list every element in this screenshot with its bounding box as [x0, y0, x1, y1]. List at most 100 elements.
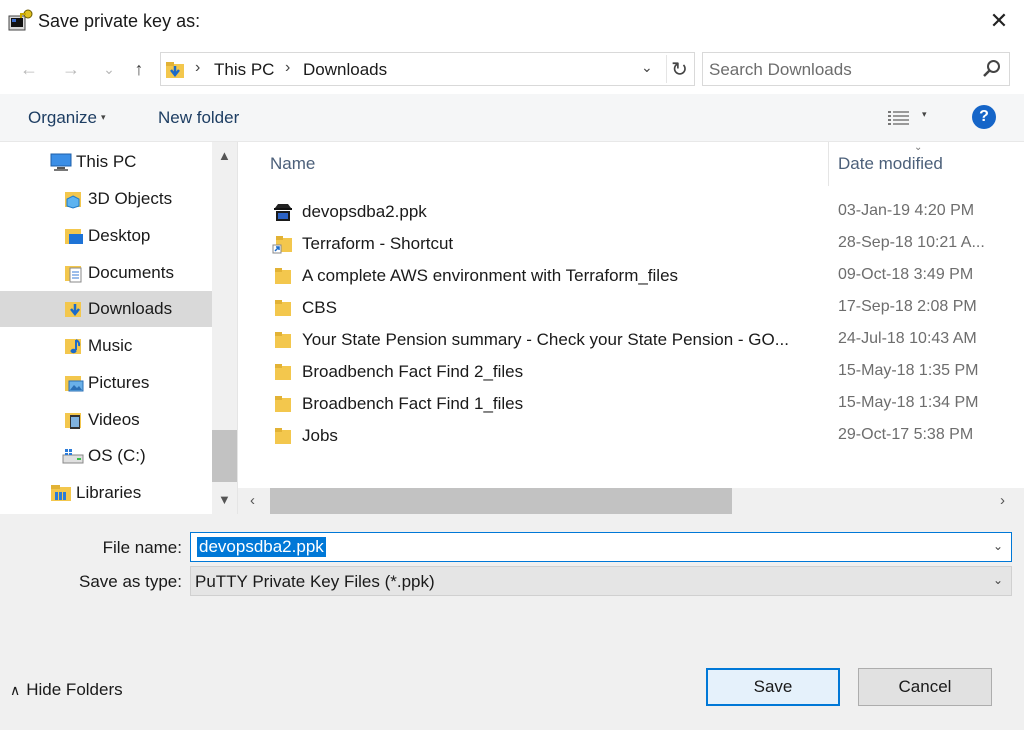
nav-item-documents[interactable]: Documents	[0, 255, 212, 291]
file-date: 17-Sep-18 2:08 PM	[838, 298, 977, 315]
putty-key-icon	[8, 8, 34, 34]
dialog-title: Save private key as:	[38, 11, 201, 31]
nav-item-3d-objects[interactable]: 3D Objects	[0, 181, 212, 217]
file-row[interactable]: devopsdba2.ppk 03-Jan-19 4:20 PM	[266, 196, 1016, 228]
nav-label: Videos	[88, 410, 140, 429]
file-name: Terraform - Shortcut	[302, 234, 454, 253]
putty-file-icon	[272, 202, 294, 222]
file-name: Broadbench Fact Find 2_files	[302, 362, 524, 381]
hide-folders-label: Hide Folders	[26, 680, 123, 699]
savetype-select[interactable]: PuTTY Private Key Files (*.ppk) ⌄	[190, 566, 1012, 596]
nav-label: This PC	[76, 152, 137, 171]
close-icon[interactable]: ✕	[984, 6, 1014, 36]
nav-item-music[interactable]: Music	[0, 328, 212, 364]
nav-label: OS (C:)	[88, 446, 146, 465]
file-date: 09-Oct-18 3:49 PM	[838, 266, 974, 283]
scroll-left-icon[interactable]: ‹	[250, 492, 255, 509]
search-input[interactable]	[709, 59, 969, 81]
file-row[interactable]: Your State Pension summary - Check your …	[266, 324, 1016, 356]
nav-item-videos[interactable]: Videos	[0, 402, 212, 438]
breadcrumb-downloads[interactable]: Downloads	[303, 60, 387, 80]
save-button[interactable]: Save	[706, 668, 840, 706]
nav-item-pictures[interactable]: Pictures	[0, 365, 212, 401]
filename-combobox[interactable]: devopsdba2.ppk ⌄	[190, 532, 1012, 562]
file-date: 15-May-18 1:34 PM	[838, 394, 979, 411]
music-icon	[64, 336, 84, 356]
search-icon[interactable]	[981, 58, 1003, 80]
column-divider[interactable]	[828, 142, 829, 186]
filename-input[interactable]: devopsdba2.ppk	[197, 537, 326, 557]
column-header-date-modified[interactable]: Date modified	[838, 142, 943, 186]
organize-caret-icon: ▾	[100, 112, 106, 122]
new-folder-button[interactable]: New folder	[158, 108, 239, 128]
column-header-name[interactable]: Name	[270, 142, 315, 186]
scroll-down-icon[interactable]: ▼	[218, 492, 231, 507]
view-caret-icon[interactable]: ▾	[922, 109, 927, 120]
search-box[interactable]	[702, 52, 1010, 86]
file-list: Name ⌄ Date modified devopsdba2.ppk 03-J…	[238, 142, 1024, 514]
savetype-value: PuTTY Private Key Files (*.ppk)	[195, 572, 435, 591]
filename-label: File name:	[102, 538, 182, 557]
nav-item-this-pc[interactable]: This PC	[0, 144, 212, 180]
savetype-label: Save as type:	[78, 572, 182, 591]
scrollbar-thumb[interactable]	[270, 488, 732, 514]
hide-folders-button[interactable]: ∧ Hide Folders	[10, 680, 123, 700]
cancel-button[interactable]: Cancel	[858, 668, 992, 706]
file-row[interactable]: CBS 17-Sep-18 2:08 PM	[266, 292, 1016, 324]
file-row[interactable]: Broadbench Fact Find 2_files 15-May-18 1…	[266, 356, 1016, 388]
file-name: devopsdba2.ppk	[302, 202, 427, 221]
help-icon[interactable]: ?	[972, 105, 996, 129]
file-name: CBS	[302, 298, 337, 317]
navigation-pane: This PC 3D Objects Desktop Documents Dow…	[0, 142, 238, 514]
filelist-horizontal-scrollbar[interactable]: ‹ ›	[238, 488, 1024, 514]
forward-arrow-icon[interactable]: →	[60, 58, 82, 80]
downloads-icon	[64, 299, 84, 319]
breadcrumb-separator-icon: ›	[285, 59, 291, 76]
breadcrumb-this-pc[interactable]: This PC	[214, 60, 274, 80]
folder-icon	[272, 426, 294, 446]
chevron-up-icon: ∧	[10, 682, 21, 698]
organize-button[interactable]: Organize ▾	[28, 108, 106, 128]
view-options-icon[interactable]	[888, 110, 910, 126]
folder-icon	[272, 362, 294, 382]
nav-item-downloads[interactable]: Downloads	[0, 291, 212, 327]
refresh-icon[interactable]: ↻	[666, 55, 692, 83]
3d-objects-icon	[64, 189, 84, 209]
chevron-down-icon[interactable]: ⌄	[993, 539, 1003, 553]
nav-label: Music	[88, 336, 133, 355]
scrollbar-thumb[interactable]	[212, 430, 237, 482]
file-row[interactable]: Jobs 29-Oct-17 5:38 PM	[266, 420, 1016, 452]
breadcrumb-separator-icon: ›	[195, 59, 201, 76]
nav-item-os-c[interactable]: OS (C:)	[0, 438, 212, 474]
file-date: 03-Jan-19 4:20 PM	[838, 202, 975, 219]
back-arrow-icon[interactable]: ←	[18, 58, 40, 80]
nav-item-desktop[interactable]: Desktop	[0, 218, 212, 254]
scroll-up-icon[interactable]: ▲	[218, 148, 231, 163]
drive-icon	[62, 446, 84, 466]
file-row[interactable]: A complete AWS environment with Terrafor…	[266, 260, 1016, 292]
nav-label: Libraries	[76, 483, 142, 502]
pictures-icon	[64, 373, 84, 393]
libraries-icon	[50, 483, 71, 503]
file-row[interactable]: Terraform - Shortcut 28-Sep-18 10:21 A..…	[266, 228, 1016, 260]
navpane-vertical-scrollbar[interactable]: ▲ ▼	[212, 142, 237, 514]
navigation-bar: ← → ⌄ ↑ › This PC › Downloads ⌄ ↻	[0, 44, 1024, 94]
nav-label: Pictures	[88, 373, 150, 392]
computer-icon	[50, 152, 72, 172]
address-bar[interactable]: › This PC › Downloads ⌄ ↻	[160, 52, 695, 86]
address-dropdown-icon[interactable]: ⌄	[641, 59, 653, 76]
file-date: 28-Sep-18 10:21 A...	[838, 234, 985, 251]
recent-locations-icon[interactable]: ⌄	[98, 58, 120, 80]
scroll-right-icon[interactable]: ›	[1000, 492, 1005, 509]
file-name: Your State Pension summary - Check your …	[302, 330, 789, 349]
file-row[interactable]: Broadbench Fact Find 1_files 15-May-18 1…	[266, 388, 1016, 420]
nav-label: Downloads	[88, 299, 173, 318]
nav-item-libraries[interactable]: Libraries	[0, 475, 212, 511]
title-bar: Save private key as: ✕	[0, 0, 1024, 44]
up-arrow-icon[interactable]: ↑	[128, 58, 150, 80]
chevron-down-icon[interactable]: ⌄	[993, 573, 1003, 587]
folder-icon	[272, 394, 294, 414]
folder-icon	[272, 298, 294, 318]
file-date: 29-Oct-17 5:38 PM	[838, 426, 974, 443]
folder-icon	[272, 330, 294, 350]
